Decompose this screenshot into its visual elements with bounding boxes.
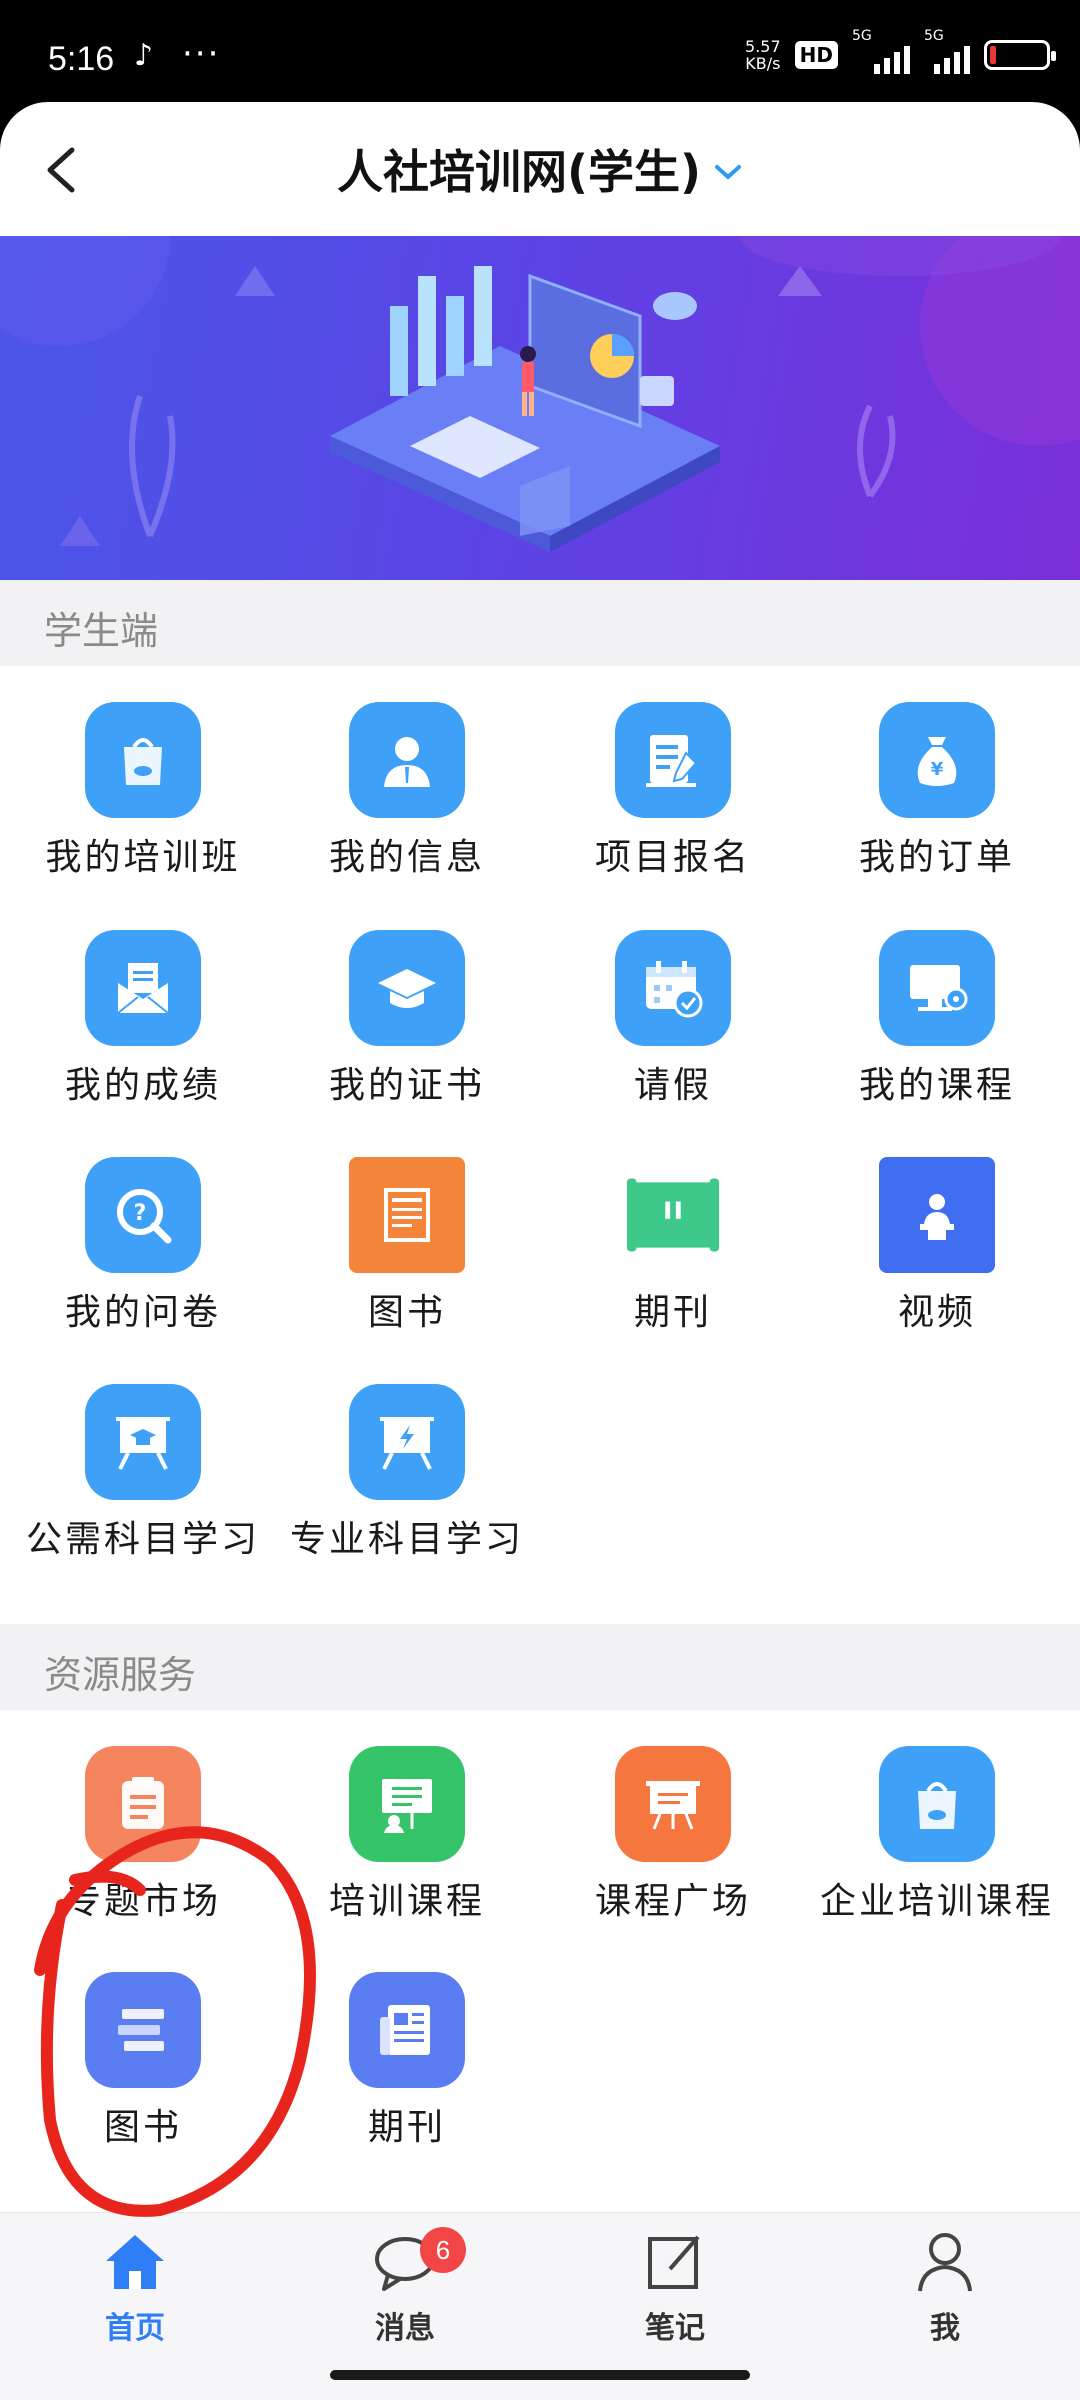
more-notifications-icon: ··· bbox=[182, 34, 221, 74]
bag-icon bbox=[85, 702, 201, 818]
nav-item-home[interactable]: 首页 bbox=[0, 2227, 270, 2357]
grid-item-resource-books[interactable]: 图书 bbox=[8, 1972, 278, 2172]
item-label: 图书 bbox=[367, 1292, 446, 1333]
note-icon bbox=[85, 1746, 201, 1862]
network-speed-unit: KB/s bbox=[745, 54, 781, 73]
grid-item-journals[interactable]: 期刊 bbox=[538, 1157, 808, 1357]
grid-item-enterprise-training-courses[interactable]: 企业培训课程 bbox=[802, 1746, 1072, 1946]
nav-label: 笔记 bbox=[645, 2311, 705, 2346]
section-title: 学生端 bbox=[44, 609, 159, 653]
monitor-icon bbox=[879, 930, 995, 1046]
status-time: 5:16 bbox=[48, 40, 115, 78]
back-arrow-icon[interactable] bbox=[38, 142, 88, 198]
question-search-icon: ? bbox=[85, 1157, 201, 1273]
grid-item-professional-subject-study[interactable]: 专业科目学习 bbox=[272, 1384, 542, 1584]
home-icon bbox=[106, 2235, 164, 2289]
header: 人社培训网(学生) bbox=[0, 102, 1080, 236]
bag-icon bbox=[879, 1746, 995, 1862]
unread-badge: 6 bbox=[420, 2227, 466, 2273]
status-indicators: 5.57 KB/s HD 5G 5G bbox=[745, 28, 1056, 74]
item-label: 视频 bbox=[897, 1292, 976, 1333]
item-label: 培训课程 bbox=[328, 1881, 485, 1922]
grid-item-my-orders[interactable]: ¥ 我的订单 bbox=[802, 702, 1072, 902]
battery-icon bbox=[984, 40, 1056, 70]
nav-item-me[interactable]: 我 bbox=[810, 2227, 1080, 2357]
svg-text:¥: ¥ bbox=[931, 759, 944, 780]
training-board-icon bbox=[349, 1746, 465, 1862]
signal-icon-sim1: 5G bbox=[852, 28, 910, 74]
banner-illustration[interactable] bbox=[0, 236, 1080, 580]
grid-item-course-plaza[interactable]: 课程广场 bbox=[538, 1746, 808, 1946]
easel-icon bbox=[615, 1746, 731, 1862]
book-icon bbox=[349, 1157, 465, 1273]
grid-item-training-courses[interactable]: 培训课程 bbox=[272, 1746, 542, 1946]
grid-item-my-courses[interactable]: 我的课程 bbox=[802, 930, 1072, 1130]
lecturer-icon bbox=[879, 1157, 995, 1273]
item-label: 专业科目学习 bbox=[289, 1519, 524, 1560]
board-bolt-icon bbox=[349, 1384, 465, 1500]
network-speed: 5.57 KB/s bbox=[745, 38, 781, 72]
page-title[interactable]: 人社培训网(学生) bbox=[337, 136, 701, 202]
books-stack-icon bbox=[85, 1972, 201, 2088]
item-label: 期刊 bbox=[367, 2107, 446, 2148]
form-edit-icon bbox=[615, 702, 731, 818]
section-header-resources: 资源服务 bbox=[0, 1624, 1080, 1710]
grid-item-project-signup[interactable]: 项目报名 bbox=[538, 702, 808, 902]
sim1-label: 5G bbox=[852, 28, 872, 44]
sim2-label: 5G bbox=[924, 28, 944, 44]
grid-item-my-grades[interactable]: 我的成绩 bbox=[8, 930, 278, 1130]
note-edit-icon bbox=[648, 2235, 700, 2289]
signal-icon-sim2: 5G bbox=[924, 28, 970, 74]
scroll-icon bbox=[615, 1157, 731, 1273]
person-icon bbox=[349, 702, 465, 818]
grid-item-training-class[interactable]: 我的培训班 bbox=[8, 702, 278, 902]
network-speed-value: 5.57 bbox=[745, 37, 781, 56]
item-label: 企业培训课程 bbox=[819, 1881, 1054, 1922]
section-header-student: 学生端 bbox=[0, 580, 1080, 666]
grid-item-leave-request[interactable]: 请假 bbox=[538, 930, 808, 1130]
grid-item-books[interactable]: 图书 bbox=[272, 1157, 542, 1357]
money-bag-icon: ¥ bbox=[879, 702, 995, 818]
item-label: 我的信息 bbox=[328, 837, 485, 878]
status-bar: 5:16 ♪ ··· 5.57 KB/s HD 5G 5G bbox=[0, 0, 1080, 110]
tiktok-notification-icon: ♪ bbox=[134, 38, 154, 73]
svg-text:?: ? bbox=[134, 1201, 147, 1226]
newspaper-icon bbox=[349, 1972, 465, 2088]
grid-item-my-info[interactable]: 我的信息 bbox=[272, 702, 542, 902]
nav-label: 消息 bbox=[375, 2311, 435, 2346]
item-label: 我的订单 bbox=[858, 837, 1015, 878]
nav-item-notes[interactable]: 笔记 bbox=[540, 2227, 810, 2357]
hd-voice-icon: HD bbox=[794, 41, 838, 69]
app-window: 人社培训网(学生) 学生端 我的培训班 我的信息 项目报名 ¥ 我的订单 我的成… bbox=[0, 102, 1080, 2400]
grid-item-my-certificates[interactable]: 我的证书 bbox=[272, 930, 542, 1130]
user-icon bbox=[918, 2233, 972, 2292]
grid-item-resource-journals[interactable]: 期刊 bbox=[272, 1972, 542, 2172]
grid-item-topic-market[interactable]: 专题市场 bbox=[8, 1746, 278, 1946]
calendar-check-icon bbox=[615, 930, 731, 1046]
section-title: 资源服务 bbox=[44, 1653, 197, 1697]
envelope-icon bbox=[85, 930, 201, 1046]
grid-item-videos[interactable]: 视频 bbox=[802, 1157, 1072, 1357]
grid-item-my-survey[interactable]: ? 我的问卷 bbox=[8, 1157, 278, 1357]
board-cap-icon bbox=[85, 1384, 201, 1500]
item-label: 我的课程 bbox=[858, 1065, 1015, 1106]
nav-item-messages[interactable]: 6 消息 bbox=[270, 2227, 540, 2357]
nav-label: 我 bbox=[930, 2311, 960, 2346]
item-label: 我的证书 bbox=[328, 1065, 485, 1106]
graduation-cap-icon bbox=[349, 930, 465, 1046]
chevron-down-icon[interactable] bbox=[713, 162, 743, 182]
nav-label: 首页 bbox=[105, 2311, 165, 2346]
home-indicator[interactable] bbox=[330, 2370, 750, 2380]
grid-item-public-subject-study[interactable]: 公需科目学习 bbox=[8, 1384, 278, 1584]
